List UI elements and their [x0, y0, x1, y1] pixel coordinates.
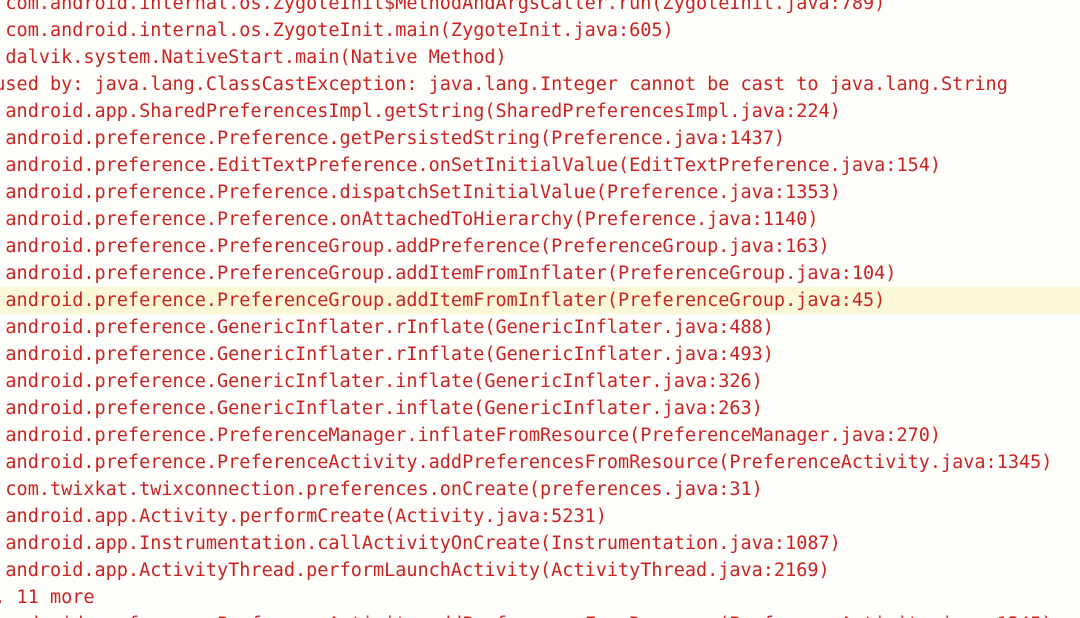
- stack-trace-frame-line[interactable]: at android.preference.GenericInflater.in…: [0, 368, 1080, 395]
- stack-trace-frame-line[interactable]: at android.preference.GenericInflater.in…: [0, 395, 1080, 422]
- stack-trace-line-list: at com.android.internal.os.ZygoteInit$Me…: [0, 0, 1080, 618]
- stack-trace-frame-line[interactable]: at android.preference.Preference.onAttac…: [0, 206, 1080, 233]
- stack-trace-caused-by-line[interactable]: Caused by: java.lang.ClassCastException:…: [0, 71, 1080, 98]
- stack-trace-frame-line[interactable]: at android.preference.PreferenceActivity…: [0, 611, 1080, 618]
- stack-trace-frame-line[interactable]: at android.app.ActivityThread.performLau…: [0, 557, 1080, 584]
- stack-trace-frame-line[interactable]: at android.preference.PreferenceActivity…: [0, 449, 1080, 476]
- stack-trace-frame-line[interactable]: at dalvik.system.NativeStart.main(Native…: [0, 44, 1080, 71]
- stack-trace-frame-line[interactable]: at android.preference.PreferenceGroup.ad…: [0, 287, 1080, 314]
- stack-trace-frame-line[interactable]: at android.preference.GenericInflater.rI…: [0, 314, 1080, 341]
- stack-trace-viewport[interactable]: at com.android.internal.os.ZygoteInit$Me…: [0, 0, 1080, 618]
- stack-trace-frame-line[interactable]: at android.app.Instrumentation.callActiv…: [0, 530, 1080, 557]
- stack-trace-frame-line[interactable]: at android.preference.PreferenceGroup.ad…: [0, 260, 1080, 287]
- stack-trace-frame-line[interactable]: at com.android.internal.os.ZygoteInit$Me…: [0, 0, 1080, 17]
- stack-trace-frame-line[interactable]: at android.preference.Preference.dispatc…: [0, 179, 1080, 206]
- stack-trace-more-count-line[interactable]: ... 11 more: [0, 584, 1080, 611]
- stack-trace-frame-line[interactable]: at android.preference.EditTextPreference…: [0, 152, 1080, 179]
- stack-trace-frame-line[interactable]: at android.preference.PreferenceGroup.ad…: [0, 233, 1080, 260]
- stack-trace-frame-line[interactable]: at android.preference.PreferenceManager.…: [0, 422, 1080, 449]
- stack-trace-frame-line[interactable]: at android.app.Activity.performCreate(Ac…: [0, 503, 1080, 530]
- stack-trace-frame-line[interactable]: at com.android.internal.os.ZygoteInit.ma…: [0, 17, 1080, 44]
- stack-trace-frame-line[interactable]: at android.preference.Preference.getPers…: [0, 125, 1080, 152]
- stack-trace-frame-line[interactable]: at android.preference.GenericInflater.rI…: [0, 341, 1080, 368]
- stack-trace-frame-line[interactable]: at android.app.SharedPreferencesImpl.get…: [0, 98, 1080, 125]
- stack-trace-frame-line[interactable]: at com.twixkat.twixconnection.preference…: [0, 476, 1080, 503]
